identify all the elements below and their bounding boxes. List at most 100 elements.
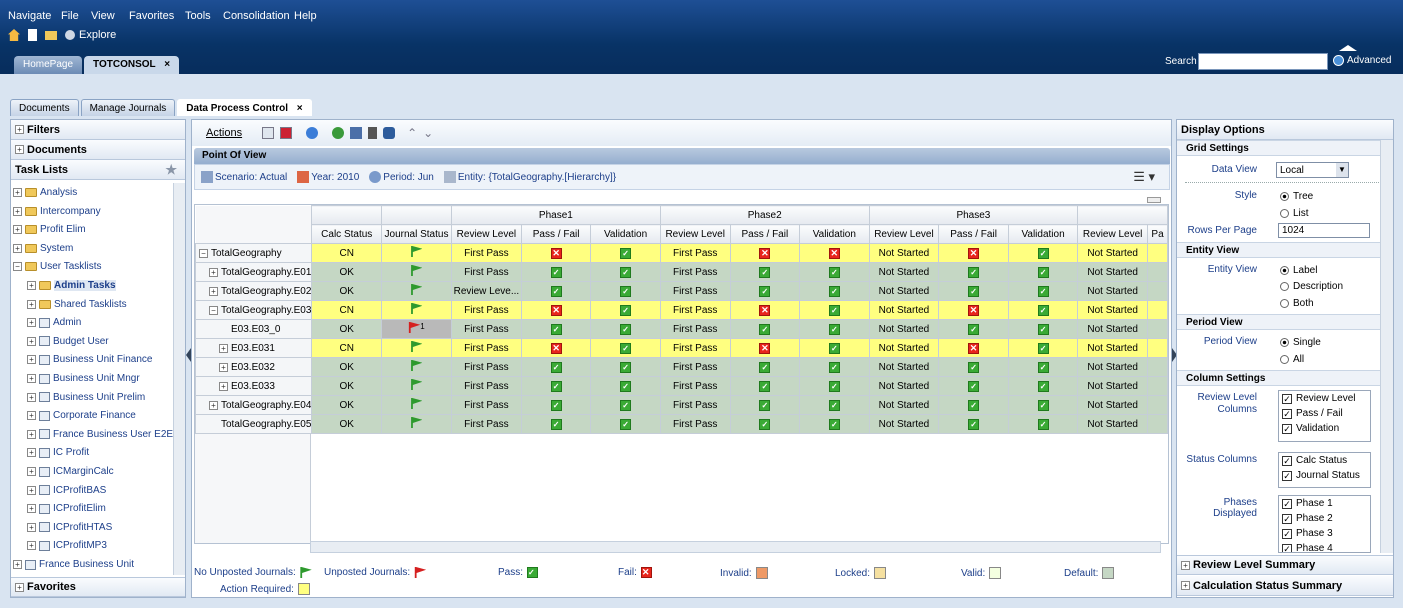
expand-icon[interactable]: +	[209, 286, 218, 296]
tree-item[interactable]: + ICProfitElim	[27, 500, 106, 517]
col-pass-fail[interactable]: Pass / Fail	[938, 224, 1009, 244]
review-level-cell[interactable]: Not Started	[1077, 262, 1149, 282]
expand-icon[interactable]: +	[27, 467, 36, 476]
calc-status-summary-header[interactable]: + Calculation Status Summary	[1177, 576, 1393, 596]
validation-cell[interactable]: ✓	[799, 414, 870, 434]
advanced-search-link[interactable]: Advanced	[1347, 55, 1391, 66]
calc-status-cell[interactable]: OK	[311, 357, 383, 377]
validation-cell[interactable]: ✓	[590, 300, 661, 320]
review-level-cell[interactable]: First Pass	[450, 338, 522, 358]
journal-status-cell[interactable]	[381, 414, 452, 434]
pass-fail-cell[interactable]: ✓	[520, 376, 592, 396]
style-tree-radio[interactable]	[1280, 192, 1289, 201]
move-up-icon[interactable]: ⌃	[407, 126, 417, 140]
journal-status-cell[interactable]	[381, 338, 452, 358]
expand-icon[interactable]: +	[27, 411, 36, 421]
review-level-cell[interactable]: First Pass	[659, 395, 731, 415]
expand-icon[interactable]: +	[219, 381, 228, 391]
table-row[interactable]: + TotalGeography.E02 OK Review Leve... ✓ ✓ Fir…	[195, 281, 1168, 301]
review-level-cell[interactable]: Not Started	[1077, 281, 1149, 301]
pass-fail-cell[interactable]: ✓	[938, 262, 1009, 282]
review-level-cell[interactable]: Not Started	[1077, 395, 1149, 415]
menu-consolidation[interactable]: Consolidation	[223, 10, 290, 22]
pass-fail-cell[interactable]: ✕	[729, 338, 801, 358]
pass-fail-cell[interactable]: ✓	[938, 319, 1009, 339]
tree-item[interactable]: + ICMarginCalc	[27, 463, 114, 480]
review-level-cell[interactable]: Not Started	[868, 319, 940, 339]
review-level-cell[interactable]: Not Started	[1077, 243, 1149, 263]
partial-cell[interactable]	[1147, 281, 1168, 301]
col-calc-status[interactable]: Calc Status	[311, 224, 383, 244]
entity-both-radio[interactable]	[1280, 299, 1289, 308]
style-list-radio[interactable]	[1280, 209, 1289, 218]
table-row[interactable]: TotalGeography.E05 OK First Pass ✓ ✓ First Pa…	[195, 414, 1168, 434]
review-level-cell[interactable]: Not Started	[868, 395, 940, 415]
review-level-cell[interactable]: First Pass	[659, 300, 731, 320]
journal-status-cell[interactable]: 1	[381, 319, 452, 339]
review-level-cell[interactable]: First Pass	[450, 414, 522, 434]
col-pass-fail[interactable]: Pass / Fail	[729, 224, 801, 244]
explore-label[interactable]: Explore	[79, 29, 116, 41]
tab-homepage[interactable]: HomePage	[14, 56, 83, 74]
tree-item[interactable]: + Corporate Finance	[27, 407, 136, 424]
tree-item[interactable]: + ICProfitMP3	[27, 537, 107, 554]
pass-fail-cell[interactable]: ✓	[520, 281, 592, 301]
entity-cell[interactable]: + E03.E033	[195, 376, 313, 396]
review-level-cell[interactable]: First Pass	[450, 319, 522, 339]
tree-item[interactable]: + France Business Unit	[13, 556, 134, 571]
review-level-cell[interactable]: First Pass	[659, 243, 731, 263]
tree-item[interactable]: + Business Unit Prelim	[27, 389, 145, 406]
validation-cell[interactable]: ✓	[590, 319, 661, 339]
pass-fail-cell[interactable]: ✓	[729, 262, 801, 282]
tab-data-process-control[interactable]: Data Process Control ×	[177, 99, 312, 116]
phase1-checkbox[interactable]: ✓	[1282, 498, 1292, 509]
report-icon[interactable]	[280, 127, 293, 139]
validation-cell[interactable]: ✓	[590, 262, 661, 282]
tree-item[interactable]: + Business Unit Finance	[27, 351, 153, 368]
pass-fail-cell[interactable]: ✓	[729, 376, 801, 396]
menu-navigate[interactable]: Navigate	[8, 10, 51, 22]
tree-item[interactable]: − User Tasklists	[13, 258, 102, 275]
menu-tools[interactable]: Tools	[185, 10, 211, 22]
tree-scrollbar[interactable]	[173, 183, 185, 575]
pass-fail-cell[interactable]: ✓	[938, 357, 1009, 377]
pass-fail-cell[interactable]: ✕	[938, 300, 1009, 320]
entity-cell[interactable]: + E03.E032	[195, 357, 313, 377]
validation-cell[interactable]: ✓	[799, 376, 870, 396]
tree-item[interactable]: + Profit Elim	[13, 221, 86, 238]
entity-cell[interactable]: + TotalGeography.E04	[195, 395, 313, 415]
tree-item[interactable]: + Business Unit Mngr	[27, 370, 140, 387]
validation-cell[interactable]: ✓	[799, 262, 870, 282]
validation-cell[interactable]: ✓	[1007, 262, 1079, 282]
review-level-cell[interactable]: Not Started	[868, 300, 940, 320]
partial-cell[interactable]	[1147, 319, 1168, 339]
col-review-level[interactable]: Review Level	[1077, 224, 1149, 244]
expand-icon[interactable]: −	[199, 248, 208, 258]
pass-fail-cell[interactable]: ✓	[520, 357, 592, 377]
expand-icon[interactable]: +	[27, 355, 36, 365]
journal-status-cell[interactable]	[381, 357, 452, 377]
pass-fail-cell[interactable]: ✓	[938, 281, 1009, 301]
expand-icon[interactable]: +	[27, 485, 36, 495]
filters-header[interactable]: + Filters	[11, 120, 185, 140]
validation-cell[interactable]: ✓	[799, 281, 870, 301]
tree-item[interactable]: + System	[13, 240, 73, 257]
expand-icon[interactable]: +	[13, 225, 22, 235]
pass-fail-cell[interactable]: ✓	[520, 414, 592, 434]
search-input[interactable]	[1198, 53, 1328, 70]
pass-fail-checkbox[interactable]: ✓	[1282, 408, 1292, 419]
validation-cell[interactable]: ✓	[1007, 414, 1079, 434]
favorite-star-icon[interactable]: ★	[165, 162, 177, 178]
review-level-cell[interactable]: First Pass	[450, 243, 522, 263]
close-icon[interactable]: ×	[297, 103, 303, 114]
col-journal-status[interactable]: Journal Status	[381, 224, 452, 244]
expand-icon[interactable]: +	[27, 541, 36, 551]
entity-cell[interactable]: − TotalGeography.E03	[195, 300, 313, 320]
expand-icon[interactable]: +	[27, 318, 36, 328]
menu-favorites[interactable]: Favorites	[129, 10, 174, 22]
entity-cell[interactable]: − TotalGeography	[195, 243, 313, 263]
review-level-cell[interactable]: Not Started	[868, 414, 940, 434]
col-validation[interactable]: Validation	[590, 224, 661, 244]
pass-fail-cell[interactable]: ✓	[520, 262, 592, 282]
collapse-header-icon[interactable]	[1339, 45, 1357, 51]
